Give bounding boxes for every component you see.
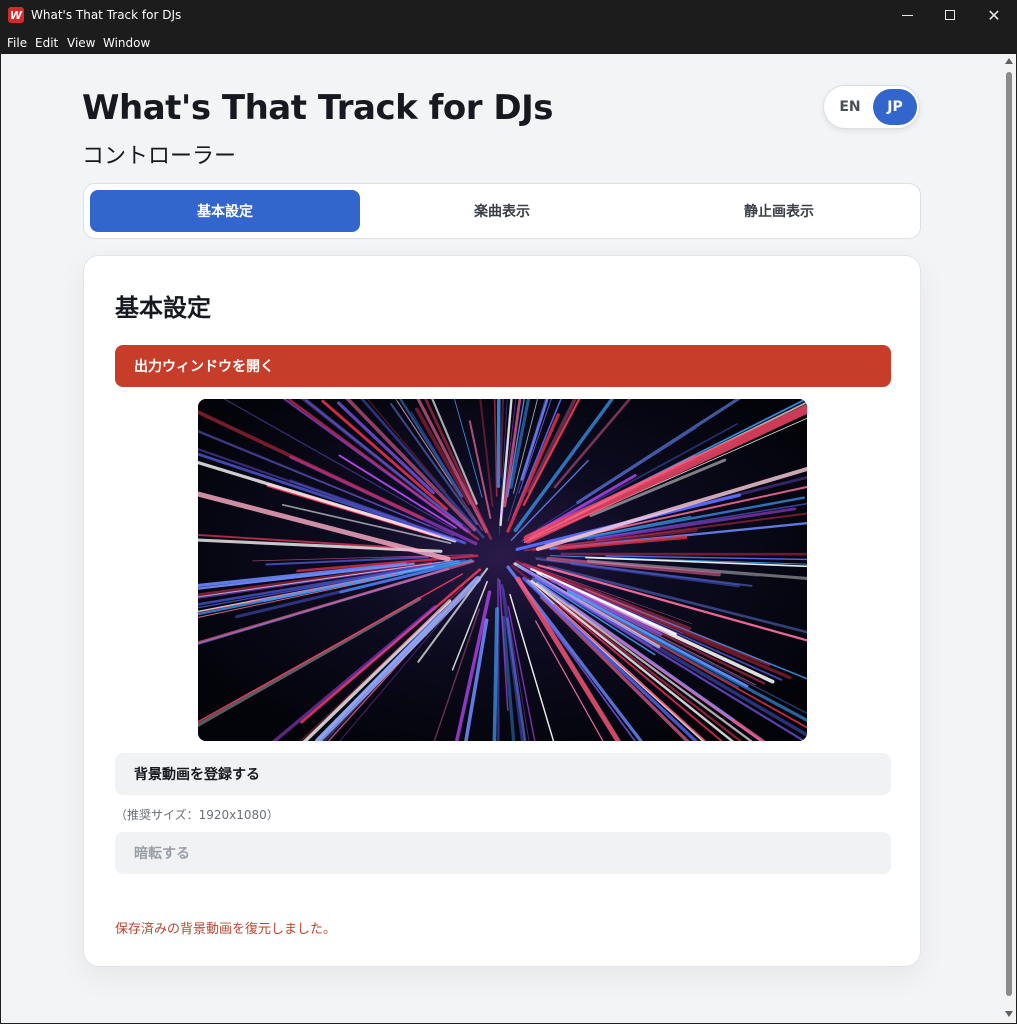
tab-bar: 基本設定 楽曲表示 静止画表示 bbox=[83, 183, 921, 239]
vertical-scrollbar[interactable] bbox=[1002, 54, 1016, 1023]
settings-card: 基本設定 出力ウィンドウを開く 背景動画を登録する （推奨サイズ：1920x10… bbox=[83, 255, 921, 967]
title-bar: W What's That Track for DJs ✕ bbox=[0, 0, 1017, 30]
recommended-size-hint: （推奨サイズ：1920x1080） bbox=[115, 808, 279, 822]
menu-edit[interactable]: Edit bbox=[35, 36, 58, 50]
menu-bar: File Edit View Window bbox=[0, 30, 1017, 54]
close-icon: ✕ bbox=[987, 5, 1001, 25]
page-subtitle: コントローラー bbox=[82, 144, 237, 169]
app-logo-icon: W bbox=[8, 7, 24, 23]
scroll-up-icon[interactable] bbox=[1005, 58, 1013, 64]
window-title: What's That Track for DJs bbox=[31, 8, 182, 22]
blackout-button[interactable]: 暗転する bbox=[115, 832, 891, 874]
light-streaks-image bbox=[198, 399, 807, 741]
status-message: 保存済みの背景動画を復元しました。 bbox=[115, 922, 337, 937]
minimize-icon bbox=[901, 14, 913, 16]
menu-window[interactable]: Window bbox=[103, 36, 150, 50]
language-jp-button[interactable]: JP bbox=[873, 89, 917, 125]
scroll-thumb[interactable] bbox=[1006, 72, 1012, 996]
light-streak bbox=[496, 399, 501, 488]
scroll-down-icon[interactable] bbox=[1005, 1011, 1013, 1017]
open-output-window-button[interactable]: 出力ウィンドウを開く bbox=[115, 345, 891, 387]
minimize-button[interactable] bbox=[885, 0, 929, 30]
main-content: What's That Track for DJs コントローラー EN JP … bbox=[1, 54, 1002, 1023]
menu-view[interactable]: View bbox=[67, 36, 95, 50]
tab-basic-settings[interactable]: 基本設定 bbox=[90, 190, 360, 232]
section-title: 基本設定 bbox=[115, 294, 211, 322]
tab-still-image-display[interactable]: 静止画表示 bbox=[644, 190, 914, 232]
tab-track-display[interactable]: 楽曲表示 bbox=[367, 190, 637, 232]
close-button[interactable]: ✕ bbox=[972, 0, 1016, 30]
maximize-icon bbox=[945, 10, 955, 20]
menu-file[interactable]: File bbox=[7, 36, 27, 50]
language-en-button[interactable]: EN bbox=[828, 89, 872, 125]
maximize-button[interactable] bbox=[928, 0, 972, 30]
background-video-preview bbox=[198, 399, 807, 741]
language-toggle: EN JP bbox=[823, 85, 920, 129]
page-title: What's That Track for DJs bbox=[82, 88, 553, 128]
register-background-video-button[interactable]: 背景動画を登録する bbox=[115, 753, 891, 795]
